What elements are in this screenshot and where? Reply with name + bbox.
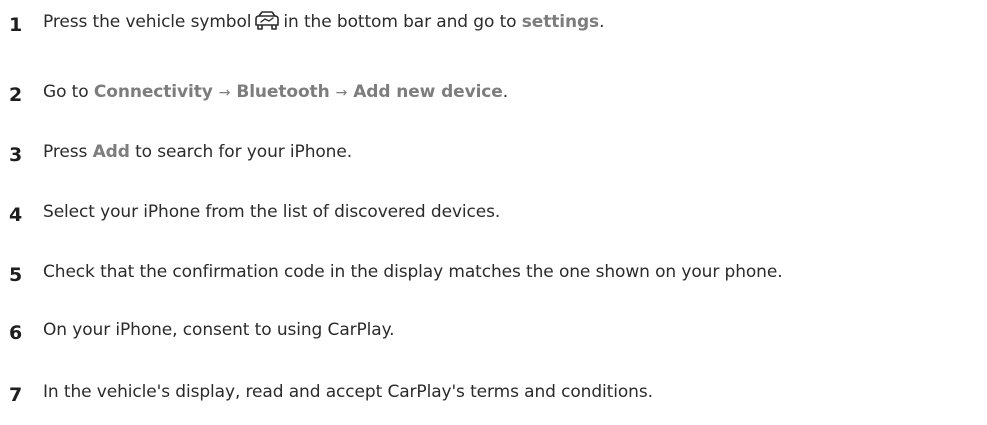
step-number: 4: [9, 204, 23, 226]
step-number: 5: [9, 264, 23, 286]
step-number: 3: [9, 144, 23, 166]
step-text-after: .: [502, 82, 509, 102]
add-link: Add: [92, 142, 130, 162]
vehicle-symbol-icon: [255, 11, 280, 30]
step-2: 2 Go to Connectivity → Bluetooth → Add new d…: [0, 80, 960, 106]
step-text: Check that the confirmation code in the …: [43, 262, 783, 282]
step-1: 1 Press the vehicle symbol in the bottom…: [0, 10, 960, 36]
step-text-before: Press: [43, 142, 88, 162]
step-number: 1: [9, 14, 23, 36]
step-text: Press the vehicle symbol in the bottom b…: [43, 10, 604, 34]
step-text: Press Add to search for your iPhone.: [43, 140, 352, 164]
path-connectivity: Connectivity: [93, 82, 213, 102]
arrow-right-icon: →: [335, 85, 348, 101]
path-add-new-device: Add new device: [353, 82, 503, 102]
step-text-after: .: [599, 12, 605, 32]
step-text: In the vehicle's display, read and accep…: [43, 382, 653, 402]
step-text: Go to Connectivity → Bluetooth → Add new dev…: [43, 80, 508, 105]
step-text: Select your iPhone from the list of disc…: [43, 202, 501, 222]
step-text-before: Go to: [43, 82, 89, 102]
step-number: 7: [9, 384, 23, 406]
step-6: 6 On your iPhone, consent to using CarPl…: [0, 318, 960, 344]
step-text-before: Press the vehicle symbol: [43, 12, 252, 32]
step-number: 6: [9, 322, 23, 344]
step-text: On your iPhone, consent to using CarPlay…: [43, 320, 395, 340]
step-text-after: to search for your iPhone.: [135, 142, 353, 162]
instruction-steps: 1 Press the vehicle symbol in the bottom…: [0, 0, 987, 425]
step-7: 7 In the vehicle's display, read and acc…: [0, 380, 960, 406]
step-3: 3 Press Add to search for your iPhone.: [0, 140, 960, 166]
settings-link: settings: [521, 12, 600, 32]
step-text-mid: in the bottom bar and go to: [283, 12, 517, 32]
step-5: 5 Check that the confirmation code in th…: [0, 260, 960, 286]
path-bluetooth: Bluetooth: [236, 82, 330, 102]
step-4: 4 Select your iPhone from the list of di…: [0, 200, 960, 226]
step-number: 2: [9, 84, 23, 106]
arrow-right-icon: →: [218, 85, 231, 101]
